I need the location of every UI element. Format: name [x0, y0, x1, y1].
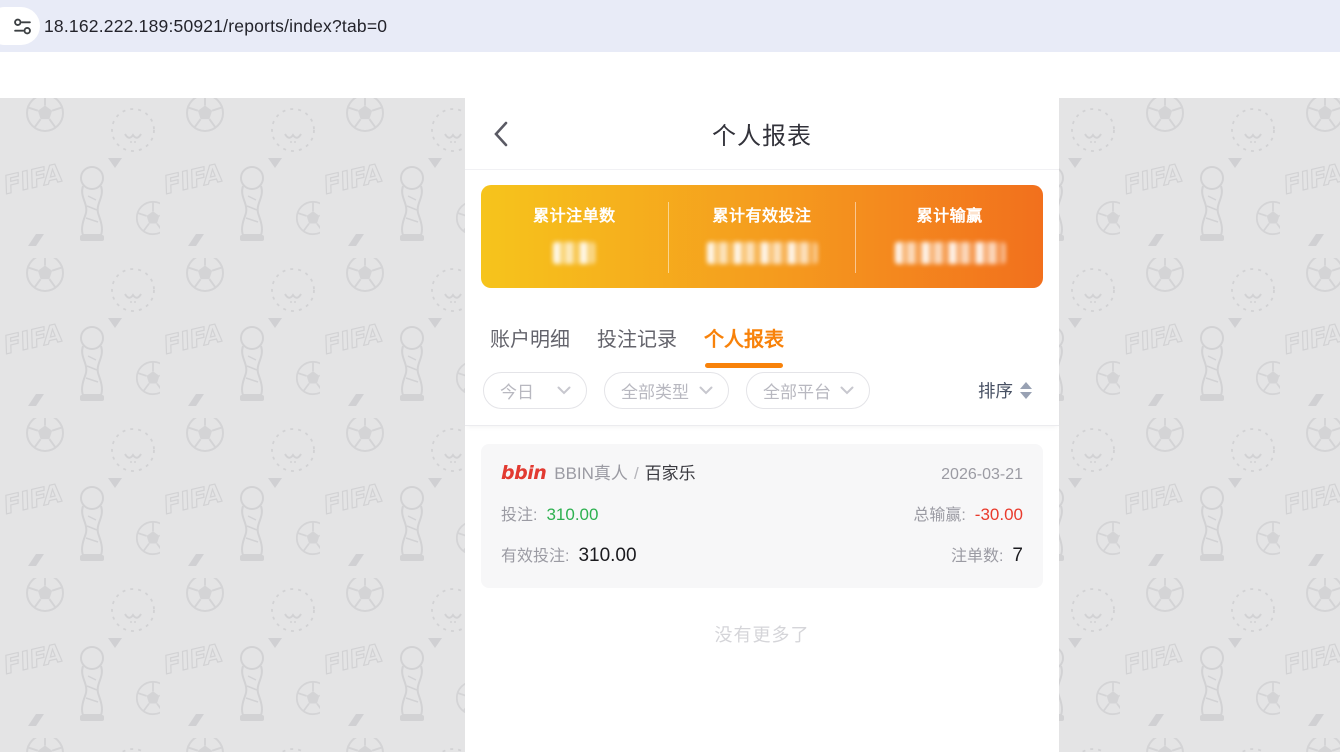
- filter-label: 全部类型: [621, 378, 689, 403]
- app-column: 个人报表 累计注单数 累计有效投注 累计输赢: [465, 98, 1059, 752]
- tab-bet-records[interactable]: 投注记录: [597, 323, 677, 368]
- back-button[interactable]: [493, 120, 513, 148]
- bet-pair: 投注: 310.00: [501, 501, 598, 525]
- chevron-down-icon: [699, 386, 713, 395]
- sort-up-triangle: [1020, 382, 1032, 389]
- stat-label: 累计注单数: [533, 202, 616, 226]
- winloss-label: 总输赢:: [913, 501, 965, 525]
- browser-content-gap: [0, 52, 1340, 98]
- browser-address-bar[interactable]: 18.162.222.189:50921/reports/index?tab=0: [0, 0, 1340, 52]
- report-list: bbin BBIN真人 / 百家乐 2026-03-21 投注: 310.00 …: [465, 426, 1059, 752]
- page-background: FIFA 个人报表: [0, 98, 1340, 752]
- bet-count-label: 注单数:: [951, 542, 1003, 566]
- chevron-down-icon: [557, 386, 571, 395]
- screen: 18.162.222.189:50921/reports/index?tab=0: [0, 0, 1340, 752]
- stat-label: 累计有效投注: [713, 202, 812, 226]
- stat-value-masked: [895, 242, 1005, 264]
- tab-account-details[interactable]: 账户明细: [490, 323, 570, 368]
- url-text[interactable]: 18.162.222.189:50921/reports/index?tab=0: [44, 0, 387, 52]
- stat-value-masked: [707, 242, 817, 264]
- separator: /: [634, 464, 639, 484]
- summary-gradient-card: 累计注单数 累计有效投注 累计输赢: [481, 185, 1043, 288]
- record-date: 2026-03-21: [941, 466, 1023, 484]
- record-header: bbin BBIN真人 / 百家乐 2026-03-21: [501, 459, 1023, 484]
- bet-label: 投注:: [501, 501, 537, 525]
- valid-bet-pair: 有效投注: 310.00: [501, 542, 637, 567]
- no-more-text: 没有更多了: [481, 621, 1043, 647]
- back-chevron-icon: [493, 121, 509, 147]
- filter-bar: 今日 全部类型 全部平台: [465, 368, 1059, 426]
- filter-type-dropdown[interactable]: 全部类型: [604, 372, 729, 409]
- sort-label: 排序: [978, 378, 1013, 403]
- winloss-value: -30.00: [975, 505, 1023, 525]
- filter-date-dropdown[interactable]: 今日: [483, 372, 587, 409]
- stat-label: 累计输赢: [917, 202, 983, 226]
- tab-personal-report[interactable]: 个人报表: [704, 323, 784, 368]
- valid-bet-value: 310.00: [578, 545, 636, 567]
- bbin-logo: bbin: [501, 462, 546, 484]
- stat-total-bets: 累计注单数: [481, 202, 668, 273]
- valid-bet-label: 有效投注:: [501, 542, 569, 566]
- filter-label: 全部平台: [763, 378, 831, 403]
- tab-label: 账户明细: [490, 323, 570, 352]
- sort-control[interactable]: 排序: [978, 378, 1032, 403]
- page-title: 个人报表: [712, 116, 812, 151]
- report-record-card[interactable]: bbin BBIN真人 / 百家乐 2026-03-21 投注: 310.00 …: [481, 444, 1043, 588]
- stat-total-valid-bets: 累计有效投注: [668, 202, 856, 273]
- stat-value-masked: [553, 242, 595, 264]
- bet-count-pair: 注单数: 7: [951, 542, 1023, 567]
- page-header: 个人报表: [465, 98, 1059, 170]
- record-row-2: 有效投注: 310.00 注单数: 7: [501, 542, 1023, 567]
- tab-bar: 账户明细 投注记录 个人报表: [465, 311, 1059, 368]
- record-row-1: 投注: 310.00 总输赢: -30.00: [501, 501, 1023, 525]
- sort-down-triangle: [1020, 392, 1032, 399]
- bet-value: 310.00: [546, 505, 598, 525]
- provider-name: BBIN真人: [554, 459, 628, 484]
- site-settings-pill[interactable]: [0, 7, 40, 45]
- bet-count-value: 7: [1012, 545, 1023, 567]
- sort-arrows-icon: [1020, 382, 1032, 399]
- winloss-pair: 总输赢: -30.00: [913, 501, 1023, 525]
- chevron-down-icon: [840, 386, 854, 395]
- filter-label: 今日: [500, 378, 534, 403]
- tune-icon: [12, 16, 33, 37]
- filter-platform-dropdown[interactable]: 全部平台: [746, 372, 870, 409]
- game-name: 百家乐: [645, 459, 696, 484]
- summary-section: 累计注单数 累计有效投注 累计输赢: [465, 170, 1059, 311]
- tab-label: 投注记录: [597, 323, 677, 352]
- tab-label: 个人报表: [704, 323, 784, 352]
- stat-total-winloss: 累计输赢: [855, 202, 1043, 273]
